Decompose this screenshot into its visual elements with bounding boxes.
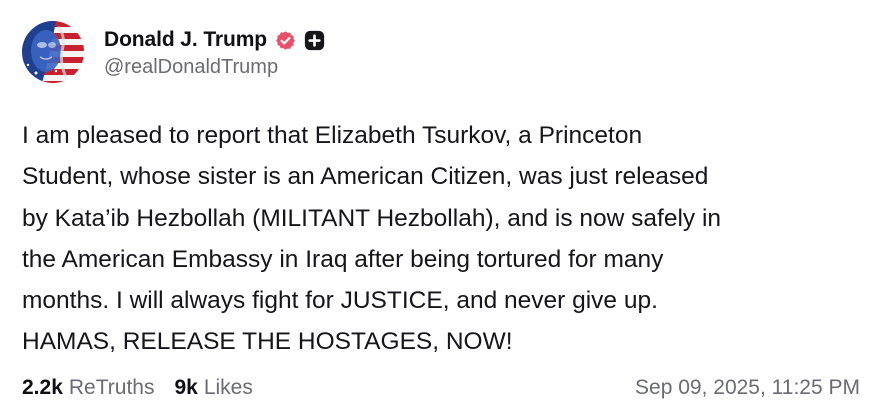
post-body: I am pleased to report that Elizabeth Ts… bbox=[22, 115, 852, 363]
avatar-image bbox=[22, 21, 84, 83]
post-body-line: Student, whose sister is an American Cit… bbox=[22, 163, 709, 191]
author-handle[interactable]: @realDonaldTrump bbox=[104, 56, 325, 79]
post-body-line: I am pleased to report that Elizabeth Ts… bbox=[22, 122, 643, 149]
likes-count: 9k bbox=[174, 376, 198, 399]
post-body-line: the American Embassy in Iraq after being… bbox=[22, 245, 664, 273]
author-block: Donald J. Trump @realDonaldTrump bbox=[104, 25, 325, 79]
post-body-line: by Kata’ib Hezbollah (MILITANT Hezbollah… bbox=[22, 204, 722, 232]
likes-label: Likes bbox=[203, 376, 253, 399]
post-timestamp[interactable]: Sep 09, 2025, 11:25 PM bbox=[635, 376, 860, 400]
likes-stat[interactable]: 9k Likes bbox=[174, 376, 252, 400]
display-name[interactable]: Donald J. Trump bbox=[104, 28, 267, 52]
retruths-label: ReTruths bbox=[68, 376, 155, 399]
truth-post: Donald J. Trump @realDonaldTrump I am pl… bbox=[0, 0, 878, 410]
post-footer: 2.2k ReTruths 9k Likes Sep 09, 2025, 11:25… bbox=[22, 372, 860, 404]
retruths-count: 2.2k bbox=[22, 376, 63, 399]
retruths-stat[interactable]: 2.2k ReTruths bbox=[22, 376, 154, 400]
verified-badge-icon bbox=[275, 30, 296, 51]
post-header: Donald J. Trump @realDonaldTrump bbox=[22, 20, 856, 84]
post-body-line: months. I will always fight for JUSTICE,… bbox=[22, 287, 658, 315]
plus-badge-icon bbox=[304, 30, 325, 51]
name-row: Donald J. Trump bbox=[104, 25, 325, 55]
avatar[interactable] bbox=[22, 21, 84, 83]
post-body-line: HAMAS, RELEASE THE HOSTAGES, NOW! bbox=[22, 328, 513, 356]
